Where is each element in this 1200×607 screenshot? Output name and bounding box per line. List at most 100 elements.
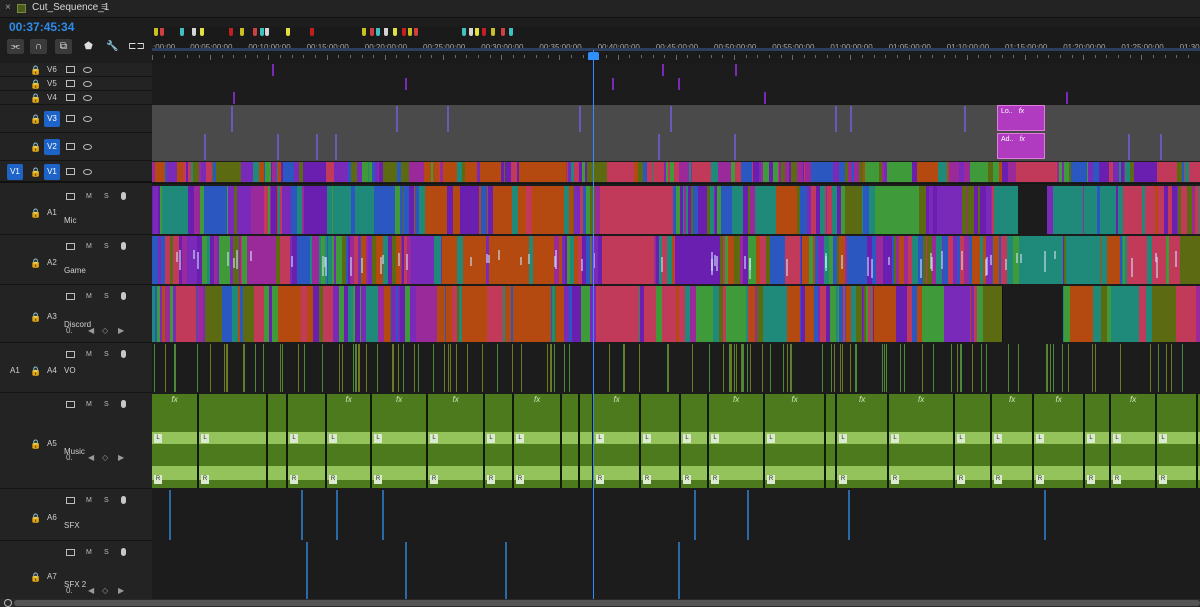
clip[interactable]: [262, 236, 276, 284]
work-area-bar[interactable]: [152, 48, 1200, 51]
timeline-lane-a2[interactable]: [152, 235, 1200, 286]
clip[interactable]: [612, 78, 614, 90]
clip[interactable]: [874, 286, 897, 342]
clip[interactable]: [216, 162, 241, 182]
clip[interactable]: [900, 186, 908, 234]
clip[interactable]: [306, 542, 308, 606]
clip[interactable]: [496, 186, 513, 234]
vo-clip[interactable]: [850, 344, 851, 392]
clip[interactable]: [1066, 92, 1068, 104]
vo-clip[interactable]: [1158, 344, 1159, 392]
vo-clip[interactable]: [933, 344, 934, 392]
music-clip[interactable]: L Rfx: [428, 394, 485, 488]
clip[interactable]: [419, 286, 437, 342]
music-clip[interactable]: L Rfx: [992, 394, 1034, 488]
vo-clip[interactable]: [154, 344, 155, 392]
vo-clip[interactable]: [1182, 344, 1183, 392]
linked-selection-icon[interactable]: ⧉: [55, 39, 72, 54]
clip[interactable]: [169, 490, 171, 540]
vo-clip[interactable]: [731, 344, 732, 392]
clip[interactable]: [647, 186, 669, 234]
clip[interactable]: [541, 162, 567, 182]
music-clip[interactable]: L Rfx: [709, 394, 765, 488]
mute-button[interactable]: M: [86, 401, 92, 408]
clip[interactable]: [572, 286, 581, 342]
clip[interactable]: [326, 162, 334, 182]
sequence-marker[interactable]: [408, 28, 412, 36]
vo-clip[interactable]: [342, 344, 343, 392]
vo-clip[interactable]: [1046, 344, 1047, 392]
toggle-sync-lock-icon[interactable]: [66, 193, 75, 200]
vo-clip[interactable]: [377, 344, 378, 392]
clip[interactable]: [487, 286, 504, 342]
sequence-marker[interactable]: [154, 28, 158, 36]
timeline-lane-v4[interactable]: [152, 91, 1200, 106]
lock-icon[interactable]: 🔒: [30, 93, 41, 104]
clip[interactable]: [205, 286, 223, 342]
clip[interactable]: [304, 186, 328, 234]
clip[interactable]: [241, 162, 253, 182]
sequence-marker[interactable]: [180, 28, 184, 36]
vo-clip[interactable]: [1092, 344, 1093, 392]
music-clip[interactable]: L Rfx: [1111, 394, 1157, 488]
vo-clip[interactable]: [791, 344, 792, 392]
clip[interactable]: [845, 186, 860, 234]
track-id-a4[interactable]: A4: [47, 366, 57, 375]
solo-button[interactable]: S: [104, 549, 109, 556]
clip[interactable]: [1066, 236, 1085, 284]
vo-clip[interactable]: [197, 344, 198, 392]
toggle-sync-lock-icon[interactable]: [66, 94, 75, 101]
track-volume-value[interactable]: 0.: [66, 586, 73, 595]
vo-clip[interactable]: [398, 344, 399, 392]
sequence-marker[interactable]: [509, 28, 513, 36]
music-clip[interactable]: LR: [681, 394, 709, 488]
vo-clip[interactable]: [418, 344, 419, 392]
vo-clip[interactable]: [624, 344, 625, 392]
clip[interactable]: [333, 186, 351, 234]
vo-clip[interactable]: [448, 344, 449, 392]
sequence-marker[interactable]: [192, 28, 196, 36]
clip[interactable]: [337, 162, 348, 182]
sequence-marker[interactable]: [310, 28, 314, 36]
timeline-lane-a3[interactable]: [152, 285, 1200, 344]
vo-clip[interactable]: [1008, 344, 1009, 392]
sequence-marker[interactable]: [253, 28, 257, 36]
clip[interactable]: [1070, 286, 1093, 342]
vo-clip[interactable]: [255, 344, 256, 392]
vo-clip[interactable]: [339, 344, 340, 392]
clip[interactable]: [480, 162, 495, 182]
clip[interactable]: [1160, 134, 1162, 160]
clip[interactable]: [1157, 162, 1177, 182]
vo-clip[interactable]: [521, 344, 522, 392]
timeline-tracks[interactable]: Lo.. fx Ad.. fx L Rfx L R L R L Rfx L Rfx L Rfx L R L Rfx L R…: [152, 63, 1200, 607]
add-keyframe-icon[interactable]: ◇: [102, 326, 108, 335]
toggle-output-eye-icon[interactable]: [83, 144, 92, 150]
clip[interactable]: [630, 236, 654, 284]
clip[interactable]: [442, 236, 458, 284]
track-target-v3[interactable]: V3: [44, 111, 60, 127]
clip[interactable]: [579, 106, 581, 132]
music-clip[interactable]: L Rfx: [152, 394, 199, 488]
vo-clip[interactable]: [226, 344, 227, 392]
vo-clip[interactable]: [210, 344, 211, 392]
toggle-sync-lock-icon[interactable]: [66, 549, 75, 556]
clip[interactable]: [787, 286, 801, 342]
sequence-marker[interactable]: [376, 28, 380, 36]
vo-clip[interactable]: [497, 344, 498, 392]
clip[interactable]: [850, 106, 852, 132]
clip[interactable]: [411, 236, 431, 284]
vo-clip[interactable]: [456, 344, 457, 392]
vo-clip[interactable]: [1053, 344, 1054, 392]
vo-clip[interactable]: [322, 344, 323, 392]
vo-clip[interactable]: [842, 344, 843, 392]
clip[interactable]: [301, 490, 303, 540]
vo-clip[interactable]: [750, 344, 751, 392]
vo-clip[interactable]: [1018, 344, 1019, 392]
vo-clip[interactable]: [723, 344, 724, 392]
vo-clip[interactable]: [709, 344, 710, 392]
vo-clip[interactable]: [783, 344, 784, 392]
panel-menu-icon[interactable]: ≡: [101, 1, 107, 13]
vo-clip[interactable]: [227, 344, 228, 392]
clip[interactable]: [1041, 162, 1058, 182]
vo-clip[interactable]: [900, 344, 901, 392]
